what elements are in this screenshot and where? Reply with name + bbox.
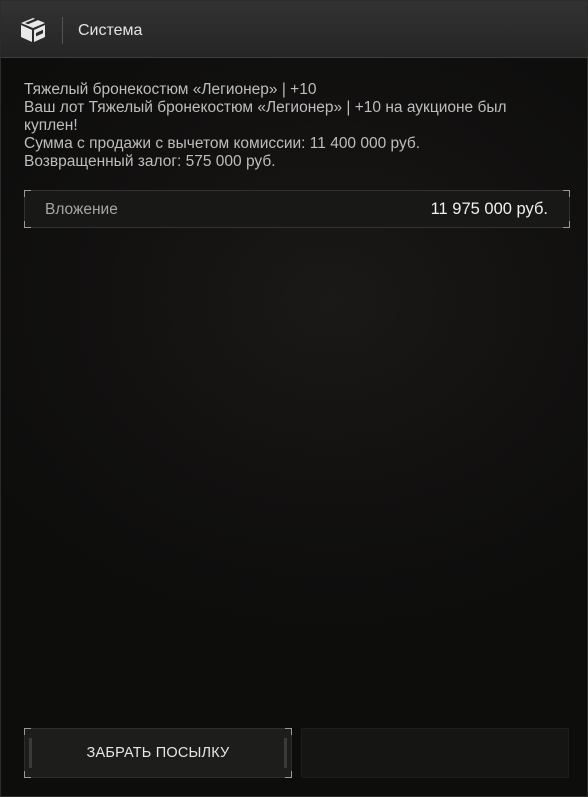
investment-label: Вложение xyxy=(45,201,118,218)
corner-bracket xyxy=(285,728,292,735)
corner-bracket xyxy=(285,771,292,778)
header-separator xyxy=(62,17,63,44)
corner-bracket xyxy=(24,771,31,778)
package-box-icon xyxy=(19,17,47,43)
corner-bracket xyxy=(563,190,570,197)
corner-bracket xyxy=(563,221,570,228)
collect-package-label: ЗАБРАТЬ ПОСЫЛКУ xyxy=(86,745,230,761)
corner-bracket xyxy=(24,221,31,228)
investment-value: 11 975 000 руб. xyxy=(430,200,548,218)
corner-bracket xyxy=(24,728,31,735)
investment-row: Вложение 11 975 000 руб. xyxy=(24,190,570,228)
window-header: Система xyxy=(1,1,587,58)
empty-action-slot xyxy=(301,728,569,778)
collect-package-button[interactable]: ЗАБРАТЬ ПОСЫЛКУ xyxy=(24,728,292,778)
window-title: Система xyxy=(78,22,143,39)
message-body: Тяжелый бронекостюм «Легионер» | +10 Ваш… xyxy=(24,81,554,171)
system-mail-window: Система Тяжелый бронекостюм «Легионер» |… xyxy=(0,0,588,797)
corner-bracket xyxy=(24,190,31,197)
message-line-deposit: Возвращенный залог: 575 000 руб. xyxy=(24,153,276,170)
message-line-sale-amount: Сумма с продажи с вычетом комиссии: 11 4… xyxy=(24,135,421,152)
message-line-item: Тяжелый бронекостюм «Легионер» | +10 xyxy=(24,81,317,98)
message-line-sold: Ваш лот Тяжелый бронекостюм «Легионер» |… xyxy=(24,99,507,134)
